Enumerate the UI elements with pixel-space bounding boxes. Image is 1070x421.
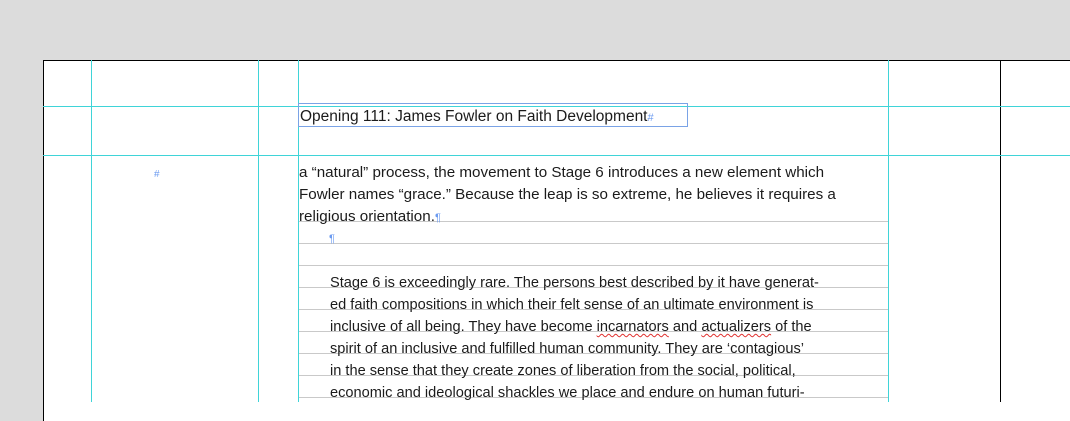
body-line-text: religious orientation. <box>299 208 435 225</box>
column-guide <box>91 60 92 402</box>
anchor-marker: # <box>154 169 160 180</box>
quote-line[interactable]: inclusive of all being. They have become… <box>330 319 812 335</box>
column-guide <box>258 60 259 402</box>
body-line[interactable]: a “natural” process, the movement to Sta… <box>299 164 824 181</box>
body-line[interactable]: religious orientation.¶ <box>299 208 441 225</box>
quote-line[interactable]: Stage 6 is exceedingly rare. The persons… <box>330 275 819 291</box>
quote-line[interactable]: ed faith compositions in which their fel… <box>330 297 813 313</box>
column-guide <box>888 60 889 402</box>
quote-line[interactable]: in the sense that they create zones of l… <box>330 363 796 379</box>
heading-text[interactable]: Opening 111: James Fowler on Faith Devel… <box>300 108 654 126</box>
horizontal-guide <box>43 155 1070 156</box>
quote-line[interactable]: spirit of an inclusive and fulfilled hum… <box>330 341 804 357</box>
quote-text: and <box>668 319 702 335</box>
quote-text: of the <box>771 319 812 335</box>
spelling-flagged-word[interactable]: actualizers <box>701 319 771 335</box>
quote-text: inclusive of all being. They have become <box>330 319 597 335</box>
baseline-guide <box>299 243 888 244</box>
page-margin-line <box>1000 60 1001 402</box>
empty-paragraph-pilcrow: ¶ <box>329 233 335 245</box>
baseline-guide <box>299 265 888 266</box>
quote-line[interactable]: economic and ideological shackles we pla… <box>330 385 805 401</box>
frame-end-marker: # <box>647 112 654 124</box>
spelling-flagged-word[interactable]: incarnators <box>597 319 669 335</box>
heading-label: Opening 111: James Fowler on Faith Devel… <box>300 108 648 125</box>
body-line[interactable]: Fowler names “grace.” Because the leap i… <box>299 186 836 203</box>
pilcrow-marker: ¶ <box>434 212 441 224</box>
